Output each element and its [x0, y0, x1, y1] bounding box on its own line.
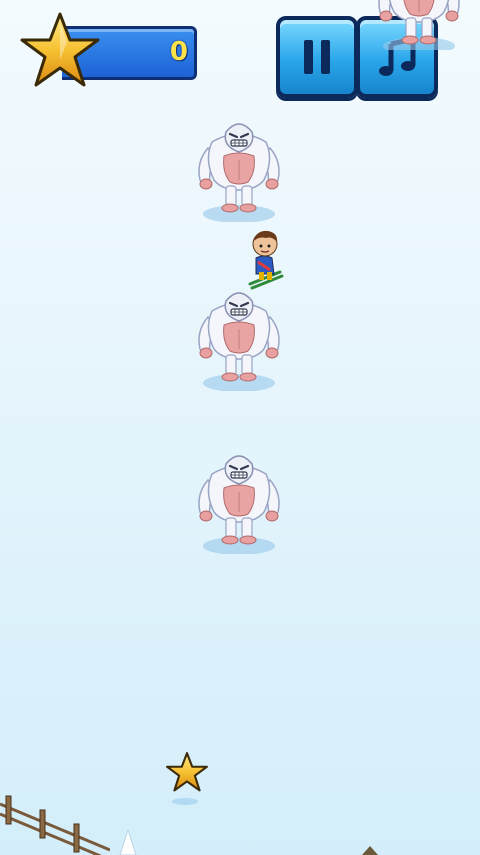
star-collectible	[166, 752, 208, 792]
yeti-obstacle	[197, 454, 281, 554]
pause-button[interactable]	[276, 16, 358, 98]
wooden-fence	[0, 795, 110, 855]
yeti-obstacle	[197, 291, 281, 391]
ice-spike	[119, 830, 137, 855]
tree-tip	[362, 846, 378, 855]
skier-player	[248, 230, 284, 290]
yeti-obstacle	[377, 0, 461, 50]
star-icon	[20, 12, 100, 87]
yeti-obstacle	[197, 122, 281, 222]
pause-icon	[304, 40, 330, 74]
score-value: 0	[169, 37, 188, 67]
star-shadow	[172, 798, 198, 805]
